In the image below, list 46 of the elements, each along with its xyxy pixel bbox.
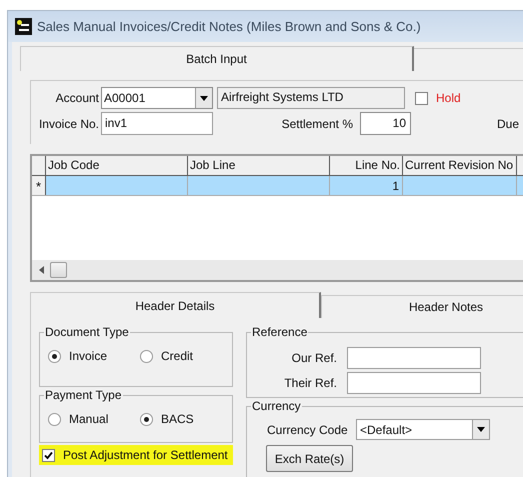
field-label: Settlement % (280, 116, 353, 132)
field-label: Account (54, 90, 100, 107)
radio-label: Invoice (69, 348, 108, 365)
account-combobox[interactable]: A00001 (101, 87, 213, 109)
radio-label: Credit (161, 348, 194, 365)
invoice-number-field[interactable]: inv1 (101, 112, 213, 135)
radio-label: BACS (161, 411, 194, 428)
field-label: Our Ref. (290, 350, 338, 367)
field-label: Their Ref. (283, 375, 338, 392)
settlement-field[interactable]: 10 (360, 112, 411, 135)
row-marker: * (32, 176, 46, 195)
radio-button[interactable] (48, 350, 61, 362)
column-header[interactable]: Job Code (46, 156, 188, 175)
tab[interactable]: Header Notes (321, 295, 523, 318)
checkbox[interactable] (415, 92, 428, 104)
checkbox-label: Hold (436, 90, 461, 107)
tab[interactable]: Header Details (30, 292, 321, 318)
radio-button[interactable] (140, 350, 153, 362)
dropdown-button[interactable] (472, 420, 489, 439)
field-label: Invoice No. (38, 116, 100, 132)
column-header[interactable]: Job Line (188, 156, 330, 175)
scroll-left-icon[interactable] (39, 266, 44, 274)
window-title: Sales Manual Invoices/Credit Notes (Miles Brown and Sons & Co.) (37, 18, 421, 36)
checkbox-label: Post Adjustment for Settlement (63, 447, 228, 464)
exchange-rates-button[interactable]: Exch Rate(s) (266, 445, 353, 472)
radio-label: Manual (69, 411, 108, 428)
field-label: Currency Code (267, 422, 349, 438)
caret-icon (477, 427, 485, 432)
field-label: Due (497, 116, 520, 132)
table-row[interactable]: * 1 (32, 176, 523, 196)
tab[interactable]: Batch Input (20, 46, 414, 71)
radio-button[interactable] (140, 412, 153, 426)
table-cell: 1 (330, 176, 403, 195)
checkbox[interactable] (42, 448, 55, 462)
caret-icon (200, 96, 208, 100)
text-field[interactable] (347, 372, 481, 394)
text-field[interactable] (347, 347, 481, 369)
horizontal-scrollbar[interactable] (32, 260, 523, 280)
app-logo-icon (15, 18, 32, 35)
column-header[interactable]: Line No. (330, 156, 403, 175)
column-header[interactable]: Current Revision No (403, 156, 517, 175)
dropdown-button[interactable] (195, 88, 212, 108)
currency-combobox[interactable]: <Default> (356, 419, 490, 440)
scrollbar-thumb[interactable] (50, 262, 67, 278)
radio-button[interactable] (48, 412, 61, 426)
account-name-field: Airfreight Systems LTD (217, 87, 405, 109)
